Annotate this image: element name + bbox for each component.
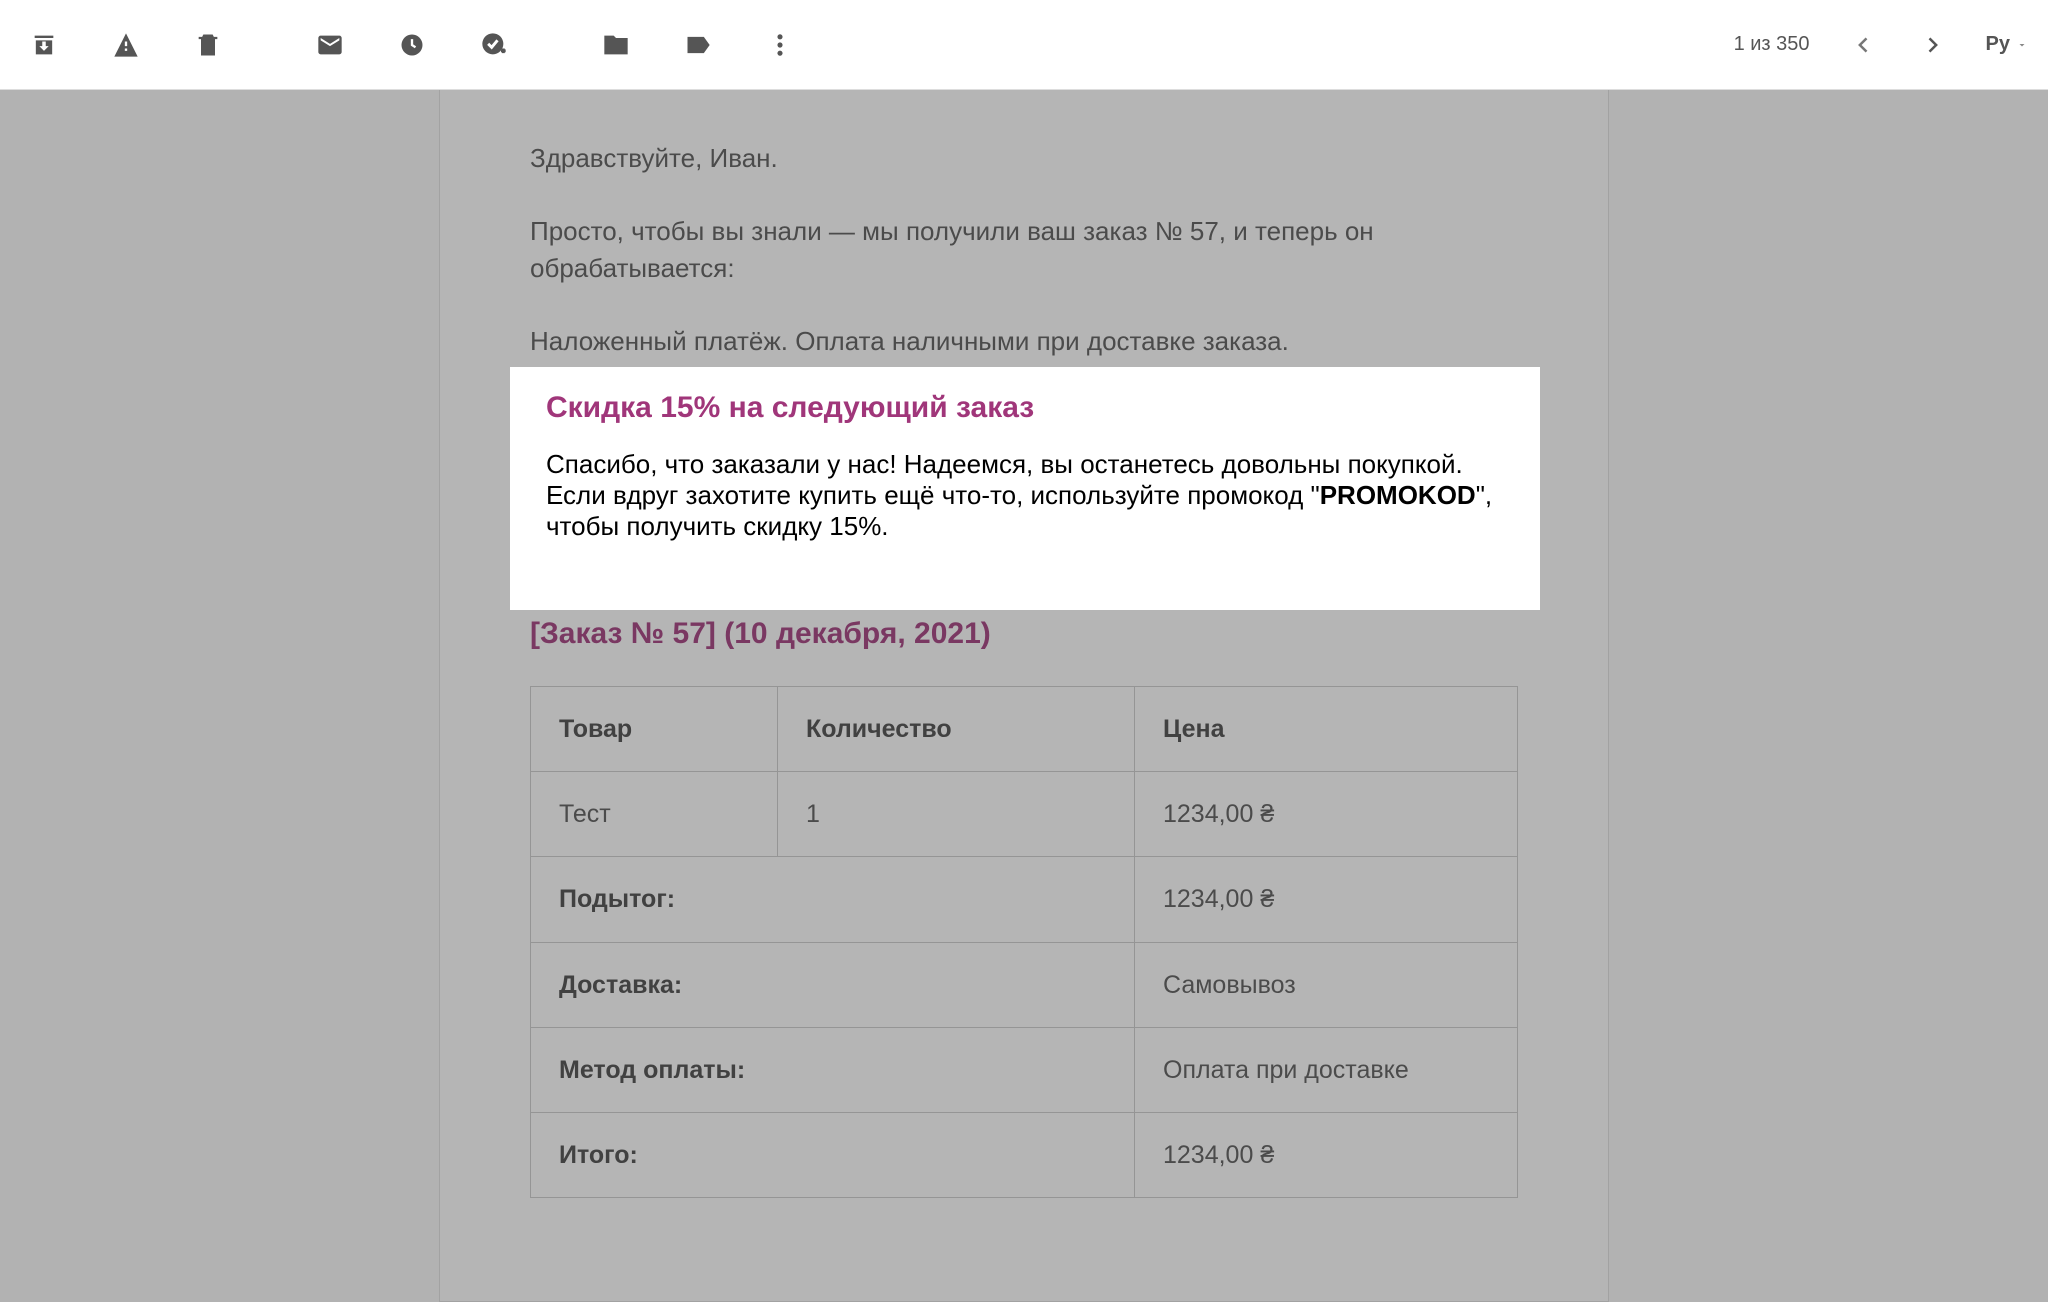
- delete-button[interactable]: [184, 21, 232, 69]
- total-label: Итого:: [531, 1113, 1135, 1198]
- toolbar: 1 из 350 Ру: [0, 0, 2048, 90]
- td-product: Тест: [531, 772, 778, 857]
- promo-text: Спасибо, что заказали у нас! Надеемся, в…: [530, 459, 1518, 572]
- prev-button[interactable]: [1840, 21, 1888, 69]
- toolbar-right: 1 из 350 Ру: [1734, 21, 2028, 69]
- move-to-button[interactable]: [592, 21, 640, 69]
- promo-block: Скидка 15% на следующий заказ Спасибо, ч…: [530, 391, 1518, 593]
- intro-text: Просто, чтобы вы знали — мы получили ваш…: [530, 213, 1518, 288]
- promo-heading: Скидка 15% на следующий заказ: [530, 391, 1518, 435]
- shipping-value: Самовывоз: [1135, 942, 1518, 1027]
- td-qty: 1: [778, 772, 1135, 857]
- th-product: Товар: [531, 686, 778, 771]
- body-area: Здравствуйте, Иван. Просто, чтобы вы зна…: [0, 90, 2048, 1302]
- spam-button[interactable]: [102, 21, 150, 69]
- email-card: Здравствуйте, Иван. Просто, чтобы вы зна…: [439, 90, 1609, 1302]
- th-price: Цена: [1135, 686, 1518, 771]
- payment-value: Оплата при доставке: [1135, 1027, 1518, 1112]
- add-task-button[interactable]: [470, 21, 518, 69]
- td-price: 1234,00 ₴: [1135, 772, 1518, 857]
- total-value: 1234,00 ₴: [1135, 1113, 1518, 1198]
- subtotal-value: 1234,00 ₴: [1135, 857, 1518, 942]
- total-row: Итого: 1234,00 ₴: [531, 1113, 1518, 1198]
- payment-label: Метод оплаты:: [531, 1027, 1135, 1112]
- more-button[interactable]: [756, 21, 804, 69]
- order-table: Товар Количество Цена Тест 1 1234,00 ₴ П…: [530, 686, 1518, 1199]
- table-row: Тест 1 1234,00 ₴: [531, 772, 1518, 857]
- mark-unread-button[interactable]: [306, 21, 354, 69]
- th-qty: Количество: [778, 686, 1135, 771]
- order-heading: [Заказ № 57] (10 декабря, 2021): [530, 612, 1518, 656]
- archive-button[interactable]: [20, 21, 68, 69]
- next-button[interactable]: [1908, 21, 1956, 69]
- chevron-down-icon: [2016, 39, 2028, 51]
- snooze-button[interactable]: [388, 21, 436, 69]
- language-selector[interactable]: Ру: [1986, 33, 2028, 56]
- shipping-label: Доставка:: [531, 942, 1135, 1027]
- promo-code: PROMOKOD: [1237, 500, 1393, 530]
- subtotal-row: Подытог: 1234,00 ₴: [531, 857, 1518, 942]
- pagination-text: 1 из 350: [1734, 33, 1810, 56]
- labels-button[interactable]: [674, 21, 722, 69]
- payment-row: Метод оплаты: Оплата при доставке: [531, 1027, 1518, 1112]
- subtotal-label: Подытог:: [531, 857, 1135, 942]
- shipping-row: Доставка: Самовывоз: [531, 942, 1518, 1027]
- payment-note: Наложенный платёж. Оплата наличными при …: [530, 323, 1518, 361]
- language-label: Ру: [1986, 33, 2010, 56]
- greeting-text: Здравствуйте, Иван.: [530, 140, 1518, 178]
- table-header-row: Товар Количество Цена: [531, 686, 1518, 771]
